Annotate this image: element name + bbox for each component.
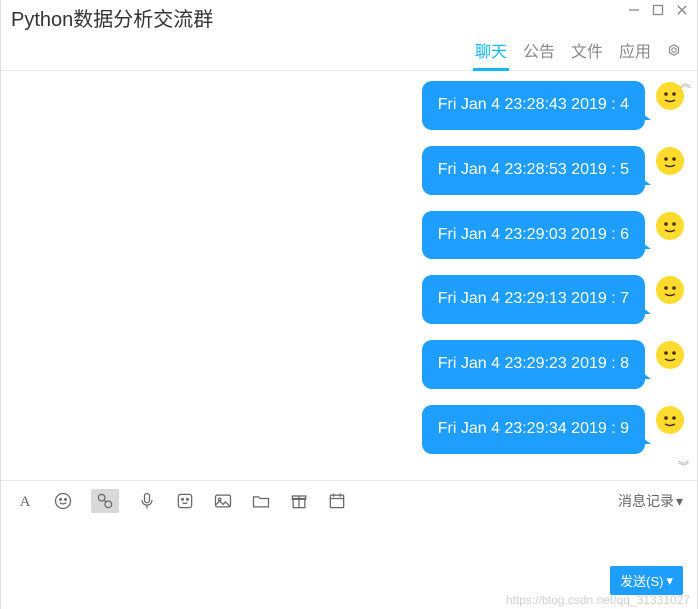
input-area[interactable]: 发送(S) ▾ [1, 521, 697, 609]
collapse-down-icon[interactable]: ︾ [678, 458, 689, 474]
message-bubble: Fri Jan 4 23:29:13 2019 : 7 [422, 275, 645, 324]
font-icon[interactable]: A [15, 491, 35, 511]
tool-icons: A [15, 489, 347, 513]
message-row: Fri Jan 4 23:29:03 2019 : 6 [13, 211, 685, 260]
avatar[interactable] [655, 275, 685, 305]
svg-text:A: A [20, 494, 31, 510]
screenshot-icon[interactable] [91, 489, 119, 513]
close-button[interactable] [675, 3, 689, 17]
maximize-button[interactable] [651, 3, 665, 17]
history-label: 消息记录 [618, 491, 674, 511]
window-controls [627, 3, 689, 17]
message-row: Fri Jan 4 23:29:34 2019 : 9 [13, 405, 685, 454]
tab-apps[interactable]: 应用 [617, 34, 653, 66]
avatar[interactable] [655, 340, 685, 370]
message-bubble: Fri Jan 4 23:28:53 2019 : 5 [422, 146, 645, 195]
chat-window: Python数据分析交流群 聊天 公告 文件 应用 ︽ Fri Jan 4 23… [0, 0, 698, 609]
settings-icon[interactable] [665, 41, 683, 59]
dropdown-icon: ▾ [666, 573, 673, 589]
input-toolbar: A [1, 480, 697, 521]
calendar-icon[interactable] [327, 491, 347, 511]
emoji-icon[interactable] [53, 491, 73, 511]
tab-announcement[interactable]: 公告 [521, 34, 557, 66]
voice-icon[interactable] [137, 491, 157, 511]
dropdown-icon: ▾ [676, 493, 683, 510]
image-icon[interactable] [213, 491, 233, 511]
tab-files[interactable]: 文件 [569, 34, 605, 66]
send-button[interactable]: 发送(S) ▾ [610, 566, 683, 595]
message-row: Fri Jan 4 23:29:23 2019 : 8 [13, 340, 685, 389]
message-bubble: Fri Jan 4 23:29:34 2019 : 9 [422, 405, 645, 454]
message-row: Fri Jan 4 23:29:13 2019 : 7 [13, 275, 685, 324]
titlebar: Python数据分析交流群 [1, 0, 697, 34]
tabs-row: 聊天 公告 文件 应用 [1, 34, 697, 71]
window-title: Python数据分析交流群 [11, 3, 213, 32]
message-bubble: Fri Jan 4 23:28:43 2019 : 4 [422, 81, 645, 130]
message-bubble: Fri Jan 4 23:29:03 2019 : 6 [422, 211, 645, 260]
chat-area: ︽ Fri Jan 4 23:28:43 2019 : 4 Fri Jan 4 … [1, 71, 697, 480]
message-row: Fri Jan 4 23:28:53 2019 : 5 [13, 146, 685, 195]
sticker-icon[interactable] [175, 491, 195, 511]
send-label: 发送(S) [620, 571, 663, 590]
folder-icon[interactable] [251, 491, 271, 511]
message-history-link[interactable]: 消息记录 ▾ [618, 491, 683, 511]
tab-chat[interactable]: 聊天 [473, 34, 509, 66]
minimize-button[interactable] [627, 3, 641, 17]
gift-icon[interactable] [289, 491, 309, 511]
avatar[interactable] [655, 211, 685, 241]
message-bubble: Fri Jan 4 23:29:23 2019 : 8 [422, 340, 645, 389]
message-row: Fri Jan 4 23:28:43 2019 : 4 [13, 81, 685, 130]
collapse-up-icon[interactable]: ︽ [680, 75, 691, 91]
avatar[interactable] [655, 146, 685, 176]
avatar[interactable] [655, 405, 685, 435]
